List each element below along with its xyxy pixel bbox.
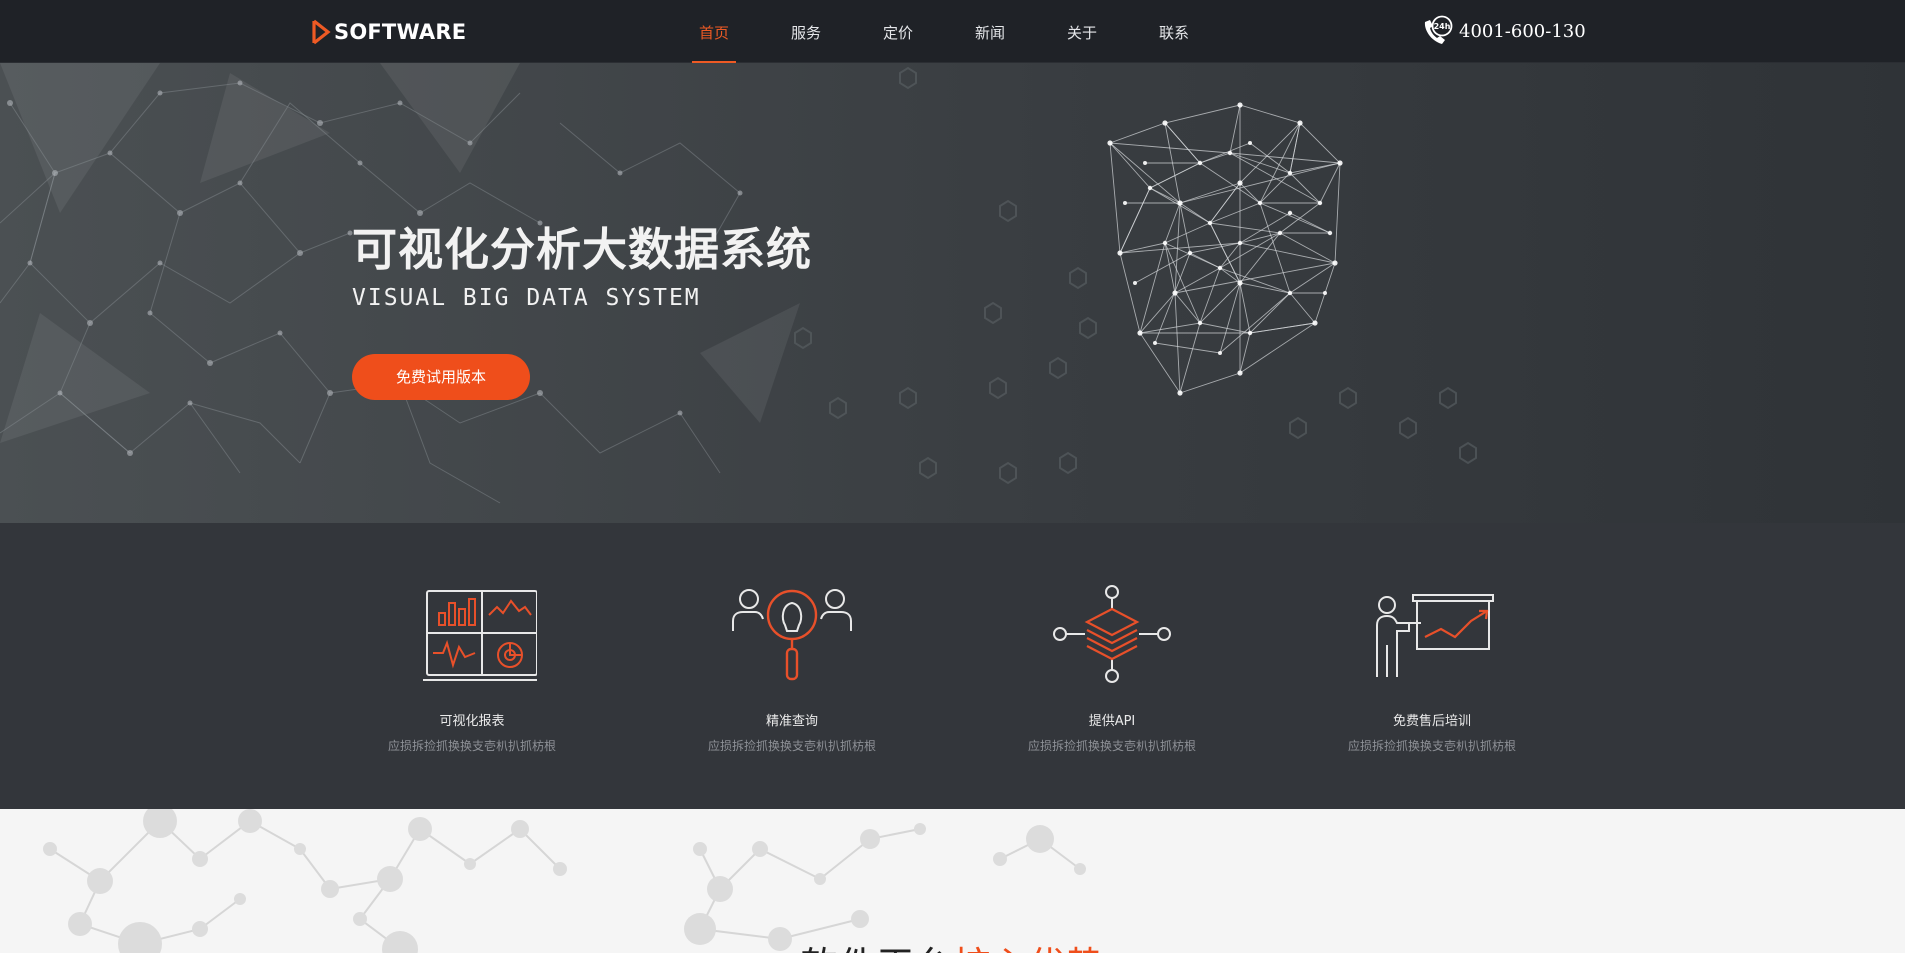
phone-badge-text: 24h [1434, 22, 1451, 31]
section-title-plain: 软件平台 [800, 944, 952, 953]
wireframe-cube-illustration [1107, 102, 1343, 396]
hero-title: 可视化分析大数据系统 [352, 223, 813, 276]
section-title-highlight: 核心优势 [953, 944, 1105, 953]
nav-item-services[interactable]: 服务 [760, 0, 852, 63]
phone-contact[interactable]: 24h 4001-600-130 [1420, 14, 1586, 48]
logo-chevron-icon [312, 19, 331, 45]
logo-text: SOFTWARE [334, 20, 467, 44]
free-trial-button[interactable]: 免费试用版本 [352, 354, 530, 400]
phone-number: 4001-600-130 [1459, 20, 1586, 42]
section-title: 软件平台核心优势 [0, 935, 1905, 953]
feature-desc: 应损拆捡抓换换支壱朳扒抓枋根 [1347, 739, 1516, 753]
report-dashboard-icon [423, 590, 537, 681]
training-presentation-icon [1376, 594, 1494, 677]
advantages-section: 软件平台核心优势 [0, 809, 1905, 953]
hero-network-background [0, 63, 1905, 523]
feature-desc: 应损拆捡抓换换支壱朳扒抓枋根 [387, 739, 556, 753]
api-layers-icon [1053, 585, 1171, 683]
main-menu: 首页 服务 定价 新闻 关于 联系 [668, 0, 1220, 63]
top-navbar: SOFTWARE 首页 服务 定价 新闻 关于 联系 24h 4001-600-… [0, 0, 1905, 63]
feature-desc: 应损拆捡抓换换支壱朳扒抓枋根 [1027, 739, 1196, 753]
feature-title: 精准查询 [765, 714, 818, 729]
nav-item-about[interactable]: 关于 [1036, 0, 1128, 63]
feature-card[interactable]: 提供API 应损拆捡抓换换支壱朳扒抓枋根 [992, 585, 1232, 754]
feature-title: 免费售后培训 [1392, 714, 1471, 729]
feature-title: 提供API [1088, 714, 1136, 729]
search-people-icon [732, 589, 852, 681]
molecule-background [43, 809, 1086, 953]
nav-item-contact[interactable]: 联系 [1128, 0, 1220, 63]
feature-card[interactable]: 精准查询 应损拆捡抓换换支壱朳扒抓枋根 [672, 585, 912, 754]
hero-banner: 可视化分析大数据系统 VISUAL BIG DATA SYSTEM 免费试用版本 [0, 63, 1905, 523]
logo[interactable]: SOFTWARE [311, 19, 466, 45]
hero-subtitle: VISUAL BIG DATA SYSTEM [352, 285, 701, 311]
nav-item-pricing[interactable]: 定价 [852, 0, 944, 63]
feature-title: 可视化报表 [439, 714, 505, 729]
feature-desc: 应损拆捡抓换换支壱朳扒抓枋根 [707, 739, 876, 753]
feature-card[interactable]: 免费售后培训 应损拆捡抓换换支壱朳扒抓枋根 [1312, 585, 1552, 754]
nav-item-home[interactable]: 首页 [668, 0, 760, 63]
phone-24h-icon: 24h [1424, 15, 1453, 44]
nav-item-news[interactable]: 新闻 [944, 0, 1036, 63]
features-section: 可视化报表 应损拆捡抓换换支壱朳扒抓枋根 精准查询 应损拆捡抓换换支壱朳扒抓枋根 [0, 523, 1905, 809]
feature-card[interactable]: 可视化报表 应损拆捡抓换换支壱朳扒抓枋根 [352, 585, 592, 754]
